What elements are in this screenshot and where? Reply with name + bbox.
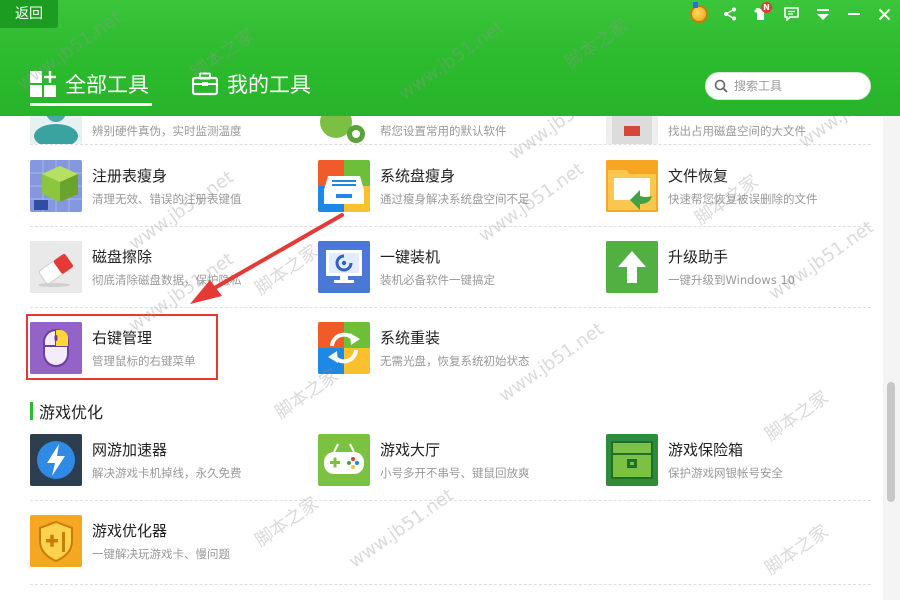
medal-icon (689, 5, 708, 23)
refresh-windows-icon (318, 322, 370, 374)
shield-plus-icon (30, 515, 82, 567)
tool-name: 升级助手 (668, 248, 729, 266)
monitor-install-icon (318, 241, 370, 293)
row-divider (30, 500, 871, 501)
close-button[interactable] (869, 0, 900, 28)
safe-box-icon (606, 434, 658, 486)
section-accent-bar (30, 402, 33, 420)
share-icon (723, 7, 736, 21)
menu-down-icon (816, 8, 829, 20)
tool-item-file-recovery[interactable]: 文件恢复 快速帮您恢复被误删除的文件 (606, 160, 876, 216)
tool-desc: 无需光盘，恢复系统初始状态 (380, 354, 530, 368)
section-title-game: 游戏优化 (30, 400, 103, 422)
tab-label: 全部工具 (65, 73, 149, 97)
tool-desc: 辨别硬件真伪，实时监测温度 (92, 124, 242, 138)
search-icon (714, 79, 728, 93)
registry-cube-icon (30, 160, 82, 212)
grid-plus-icon (30, 71, 56, 97)
tool-item-game-safe[interactable]: 游戏保险箱 保护游戏网银帐号安全 (606, 434, 876, 490)
tab-my-tools[interactable]: 我的工具 (192, 66, 311, 102)
watermark-text: www.jb51.net (345, 484, 458, 573)
tool-item-system-disk-slim[interactable]: 系统盘瘦身 通过瘦身解决系统盘空间不足 (318, 160, 588, 216)
tool-name: 系统盘瘦身 (380, 167, 456, 185)
search-box[interactable] (705, 72, 871, 100)
tool-desc: 一键解决玩游戏卡、慢问题 (92, 547, 230, 561)
highlight-box (26, 314, 218, 380)
gear-green-icon (318, 116, 370, 144)
close-icon (878, 8, 891, 20)
row-divider (30, 307, 871, 308)
tool-item-game-optimizer[interactable]: 游戏优化器 一键解决玩游戏卡、慢问题 (30, 515, 300, 571)
tab-label: 我的工具 (227, 73, 311, 97)
active-tab-indicator (30, 103, 152, 106)
tool-desc: 帮您设置常用的默认软件 (380, 124, 507, 138)
tool-desc: 快速帮您恢复被误删除的文件 (668, 192, 818, 206)
message-icon (784, 7, 799, 21)
tool-name: 游戏大厅 (380, 441, 441, 459)
tool-name: 磁盘擦除 (92, 248, 153, 266)
tool-desc: 彻底清除磁盘数据，保护隐私 (92, 273, 242, 287)
tool-name: 一键装机 (380, 248, 441, 266)
lightning-icon (30, 434, 82, 486)
tool-desc: 一键升级到Windows 10 (668, 273, 796, 287)
tool-item-system-reinstall[interactable]: 系统重装 无需光盘，恢复系统初始状态 (318, 322, 588, 378)
tool-name: 网游加速器 (92, 441, 168, 459)
section-title-text: 游戏优化 (39, 403, 104, 422)
briefcase-icon (192, 72, 218, 96)
folder-restore-icon (606, 160, 658, 212)
menu-button[interactable] (807, 0, 838, 28)
tool-item-one-click-install[interactable]: 一键装机 装机必备软件一键搞定 (318, 241, 588, 297)
eraser-icon (30, 241, 82, 293)
tool-item-disk-wipe[interactable]: 磁盘擦除 彻底清除磁盘数据，保护隐私 (30, 241, 300, 297)
tool-name: 文件恢复 (668, 167, 729, 185)
tool-desc: 通过瘦身解决系统盘空间不足 (380, 192, 530, 206)
tool-name: 注册表瘦身 (92, 167, 168, 185)
search-input[interactable] (734, 79, 864, 93)
tool-item-upgrade-assistant[interactable]: 升级助手 一键升级到Windows 10 (606, 241, 876, 297)
disk-tray-icon (318, 160, 370, 212)
row-divider (30, 226, 871, 227)
tool-name: 系统重装 (380, 329, 441, 347)
tool-item-registry-slim[interactable]: 注册表瘦身 清理无效、错误的注册表键值 (30, 160, 300, 216)
tool-desc: 保护游戏网银帐号安全 (668, 466, 783, 480)
scrollbar-track[interactable] (883, 116, 900, 600)
tool-item-game-hall[interactable]: 游戏大厅 小号多开不串号、键鼠回放爽 (318, 434, 588, 490)
notification-badge: N (761, 2, 772, 13)
minimize-button[interactable] (838, 0, 869, 28)
tool-name: 游戏保险箱 (668, 441, 744, 459)
watermark-text: 脚本之家 (761, 520, 833, 580)
tool-desc: 找出占用磁盘空间的大文件 (668, 124, 806, 138)
tool-desc: 清理无效、错误的注册表键值 (92, 192, 242, 206)
tab-all-tools[interactable]: 全部工具 (30, 66, 149, 102)
header-bar: 返回 N 全部工具 我的工具 搜索工具 (0, 0, 900, 116)
share-button[interactable] (714, 0, 745, 28)
minimize-icon (847, 13, 860, 15)
tool-desc: 小号多开不串号、键鼠回放爽 (380, 466, 530, 480)
tool-item-game-accelerator[interactable]: 网游加速器 解决游戏卡机掉线，永久免费 (30, 434, 300, 490)
row-divider (30, 144, 871, 145)
disk-files-icon (606, 116, 658, 144)
back-button[interactable]: 返回 (0, 0, 58, 28)
tool-name: 游戏优化器 (92, 522, 168, 540)
hardware-person-icon (30, 116, 82, 144)
feedback-button[interactable] (776, 0, 807, 28)
scrollbar-thumb[interactable] (887, 382, 895, 502)
app-window: 返回 N 全部工具 我的工具 搜索工具 辨别硬件真伪，实时监测温度 帮您设置常用… (0, 0, 900, 600)
tool-desc: 装机必备软件一键搞定 (380, 273, 495, 287)
window-controls: N (683, 0, 900, 28)
medal-button[interactable] (683, 0, 714, 28)
tool-desc: 解决游戏卡机掉线，永久免费 (92, 466, 242, 480)
upgrade-arrow-icon (606, 241, 658, 293)
skin-button[interactable]: N (745, 0, 776, 28)
gamepad-icon (318, 434, 370, 486)
row-divider (30, 584, 871, 585)
tools-list: 辨别硬件真伪，实时监测温度 帮您设置常用的默认软件 找出占用磁盘空间的大文件 注… (0, 116, 882, 600)
